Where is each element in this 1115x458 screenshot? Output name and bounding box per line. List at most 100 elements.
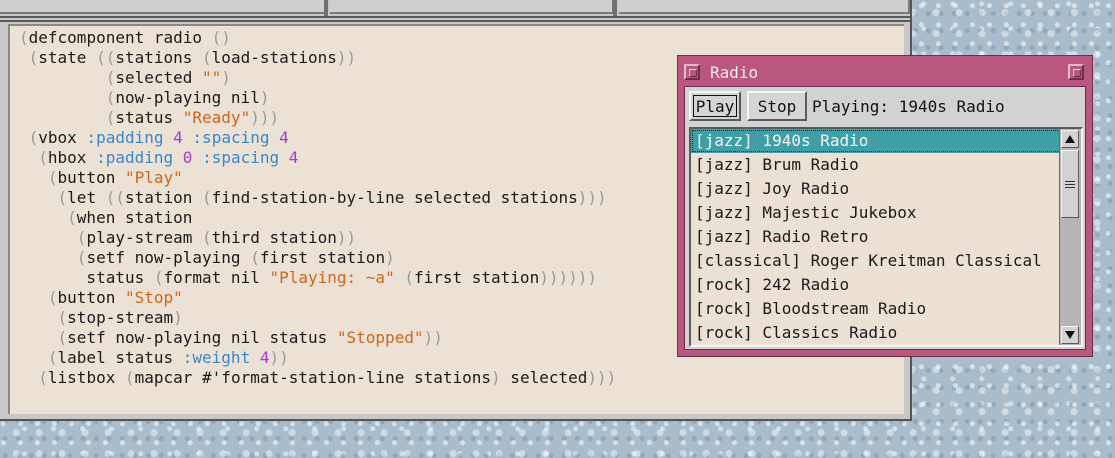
code-token: )))	[250, 108, 280, 127]
code-token: (	[19, 348, 58, 367]
code-token: now-playing nil	[115, 88, 260, 107]
code-token: 4	[279, 128, 289, 147]
code-token: :spacing	[192, 128, 280, 147]
stop-button[interactable]: Stop	[747, 91, 807, 121]
code-token: mapcar #'format-station-line stations	[134, 368, 492, 387]
station-item[interactable]: [rock] Bloodstream Radio	[691, 297, 1061, 321]
code-token: :padding	[96, 148, 183, 167]
code-token: ))	[336, 48, 357, 67]
code-token: (	[19, 148, 48, 167]
code-token: (	[19, 28, 29, 47]
code-token: ))	[423, 328, 443, 347]
code-token: (	[19, 108, 116, 127]
top-pane-right[interactable]	[619, 0, 910, 14]
code-token: :padding	[86, 128, 174, 147]
code-token: )))	[587, 368, 617, 387]
code-token: (	[19, 168, 58, 187]
code-token: )	[259, 88, 270, 107]
code-token: (	[202, 188, 212, 207]
code-token: 4	[288, 148, 299, 167]
code-token: format nil	[163, 268, 270, 287]
code-token: when station	[76, 208, 193, 227]
code-token: (	[202, 228, 212, 247]
station-item[interactable]: [rock] 242 Radio	[691, 273, 1061, 297]
code-token: button	[57, 168, 125, 187]
code-token: stop-stream	[67, 308, 174, 327]
code-token: (	[19, 188, 68, 207]
code-token: selected	[115, 68, 203, 87]
station-item[interactable]: [jazz] Radio Retro	[691, 225, 1061, 249]
radio-window: Radio Play Stop Playing: 1940s Radio [ja…	[677, 55, 1093, 357]
code-token: selected	[500, 368, 588, 387]
scroll-thumb[interactable]	[1061, 150, 1079, 218]
code-token: (	[19, 248, 87, 267]
vertical-scrollbar[interactable]	[1059, 129, 1081, 345]
code-token: button	[57, 288, 125, 307]
station-list[interactable]: [jazz] 1940s Radio [jazz] Brum Radio [jazz…	[691, 129, 1061, 345]
station-item[interactable]: [classical] Roger Kreitman Classical	[691, 249, 1061, 273]
title-bar[interactable]: Radio	[682, 60, 1088, 84]
scroll-up-arrow-icon[interactable]	[1061, 130, 1079, 148]
code-token: third station	[211, 228, 337, 247]
code-token: (	[124, 368, 135, 387]
code-token: let	[67, 188, 106, 207]
station-listbox[interactable]: [jazz] 1940s Radio [jazz] Brum Radio [jazz…	[689, 127, 1083, 347]
code-token: ()	[211, 28, 231, 47]
pane-divider[interactable]	[324, 0, 328, 16]
code-token: ((	[96, 48, 116, 67]
code-token: status	[115, 108, 183, 127]
code-line: (defcomponent radio ()	[19, 28, 904, 48]
code-token: (	[19, 48, 39, 67]
station-item[interactable]: [jazz] Brum Radio	[691, 153, 1061, 177]
code-token: label status	[57, 348, 183, 367]
code-token: status	[19, 268, 154, 287]
separator-line	[0, 20, 910, 22]
code-token: 0	[182, 148, 193, 167]
code-token: )	[173, 308, 183, 327]
code-token: station	[124, 188, 203, 207]
code-token: )	[491, 368, 501, 387]
code-token: vbox	[38, 128, 87, 147]
code-token: setf now-playing nil status	[67, 328, 337, 347]
top-pane-middle[interactable]	[330, 0, 614, 14]
code-token: (	[153, 268, 164, 287]
code-token: )))	[577, 188, 607, 207]
code-token: ((	[105, 188, 125, 207]
code-token: "Stopped"	[336, 328, 424, 347]
code-token: defcomponent radio	[28, 28, 212, 47]
code-token: (	[19, 88, 116, 107]
window-menu-button[interactable]	[684, 64, 700, 80]
station-item[interactable]: [rock] Classics Radio	[691, 321, 1061, 345]
code-token: ))	[336, 228, 357, 247]
code-token: :weight	[182, 348, 260, 367]
code-token: :spacing	[202, 148, 289, 167]
code-token: "Ready"	[182, 108, 251, 127]
code-token: hbox	[47, 148, 97, 167]
code-token: first station	[259, 248, 386, 267]
code-token: "Play"	[124, 168, 183, 187]
code-token: ""	[202, 68, 222, 87]
station-item[interactable]: [jazz] Majestic Jukebox	[691, 201, 1061, 225]
code-token: listbox	[47, 368, 125, 387]
station-item[interactable]: [jazz] 1940s Radio	[691, 129, 1061, 153]
play-button[interactable]: Play	[689, 91, 741, 121]
code-line: (listbox (mapcar #'format-station-line s…	[19, 368, 904, 388]
code-token: (	[19, 308, 68, 327]
code-token: (	[250, 248, 260, 267]
code-token: (	[19, 128, 39, 147]
code-token: play-stream	[86, 228, 203, 247]
scroll-down-arrow-icon[interactable]	[1061, 326, 1079, 344]
code-token: 4	[173, 128, 183, 147]
code-token: "Playing: ~a"	[269, 268, 395, 287]
code-token: setf now-playing	[86, 248, 251, 267]
maximize-button[interactable]	[1068, 64, 1084, 80]
code-token: (	[19, 288, 58, 307]
radio-content: Play Stop Playing: 1940s Radio [jazz] 19…	[684, 86, 1086, 350]
pane-divider[interactable]	[613, 0, 617, 16]
station-item[interactable]: [jazz] Joy Radio	[691, 177, 1061, 201]
code-token: (	[19, 208, 77, 227]
top-pane-left[interactable]	[0, 0, 326, 14]
code-token: stations	[115, 48, 203, 67]
